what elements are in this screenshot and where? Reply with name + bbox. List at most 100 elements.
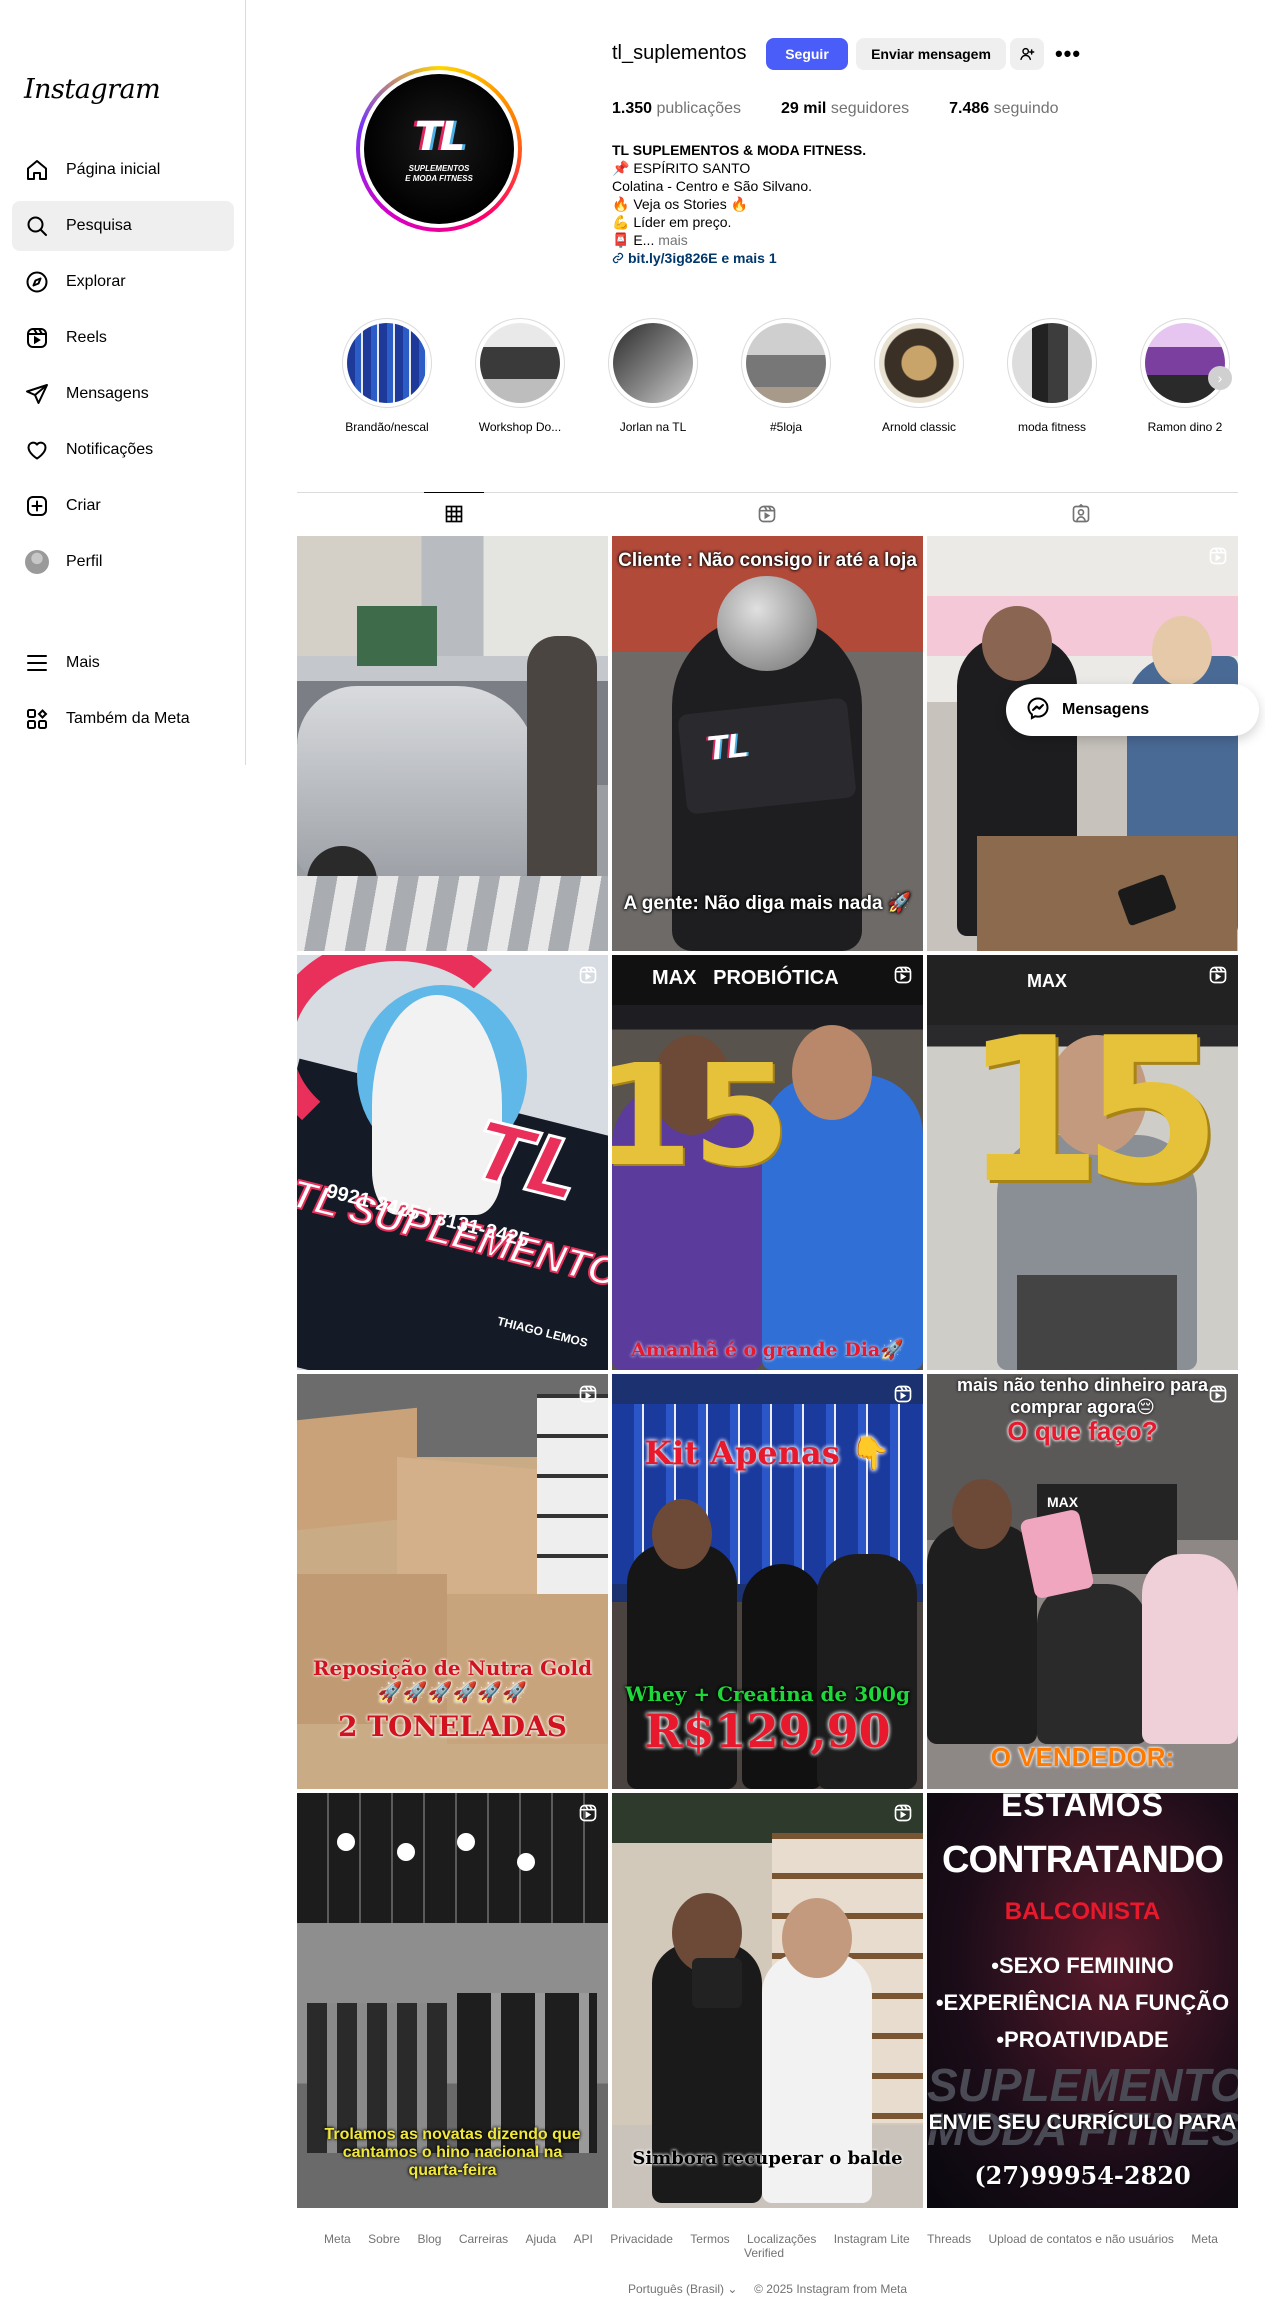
options-button[interactable]: ••• [1052,38,1084,70]
post-caption-bottom: ENVIE SEU CURRÍCULO PARA [928,2111,1237,2134]
sidebar-item-label: Reels [66,329,107,346]
post-price: R$129,90 [644,1704,891,1758]
sidebar-item-profile[interactable]: Perfil [12,537,234,587]
post-item[interactable]: Kit Apenas 👇 Whey + Creatina de 300g R$1… [612,1374,923,1789]
profile-bio: TL SUPLEMENTOS & MODA FITNESS. 📌 ESPÍRIT… [612,141,1032,267]
post-item[interactable]: TL TL SUPLEMENTOS 9921-2425 | 3131-2425 … [297,955,608,1370]
highlight-cover [1145,323,1225,403]
highlight-item[interactable]: Workshop Do... [465,318,575,434]
post-job-requirement: •EXPERIÊNCIA NA FUNÇÃO [935,1990,1230,2015]
post-item[interactable] [927,536,1238,951]
tab-tagged[interactable] [1051,493,1111,535]
suggested-users-button[interactable] [1010,38,1044,70]
post-item[interactable]: ESTAMOS CONTRATANDO BALCONISTA •SEXO FEM… [927,1793,1238,2208]
instagram-logo[interactable]: Instagram [24,74,161,105]
sidebar-item-label: Perfil [66,553,103,570]
post-item[interactable]: MAX 15 [927,955,1238,1370]
post-item[interactable]: Simbora recuperar o balde [612,1793,923,2208]
highlight-item[interactable]: #5loja [731,318,841,434]
footer-link[interactable]: Threads [927,2232,971,2246]
footer-link[interactable]: Privacidade [610,2232,673,2246]
footer-link[interactable]: Carreiras [459,2232,508,2246]
sidebar-item-explore[interactable]: Explorar [12,257,234,307]
sidebar-item-home[interactable]: Página inicial [12,145,234,195]
meta-grid-icon [24,706,50,732]
tab-posts[interactable] [424,492,484,534]
footer-link[interactable]: Upload de contatos e não usuários [988,2232,1173,2246]
footer-link[interactable]: Termos [690,2232,729,2246]
footer-link[interactable]: Blog [417,2232,441,2246]
post-item[interactable]: MAX mais não tenho dinheiro para comprar… [927,1374,1238,1789]
bio-more-link[interactable]: mais [658,232,688,248]
sidebar-item-search[interactable]: Pesquisa [12,201,234,251]
post-job-role: BALCONISTA [1004,1898,1161,1925]
post-phone: (27)99954-2820 [974,2161,1191,2190]
highlight-item[interactable]: moda fitness [997,318,1107,434]
post-caption-bottom: O VENDEDOR: [990,1742,1175,1772]
messages-pill[interactable]: Mensagens [1006,684,1259,736]
language-selector[interactable]: Português (Brasil) ⌄ [628,2282,737,2296]
footer-link[interactable]: API [574,2232,593,2246]
sidebar-item-notifications[interactable]: Notificações [12,425,234,475]
reel-icon [579,1385,597,1403]
bio-line: 📮 E... mais [612,232,688,248]
sidebar-item-create[interactable]: Criar [12,481,234,531]
sidebar-item-label: Notificações [66,441,154,458]
post-item[interactable]: Reposição de Nutra Gold 🚀🚀🚀🚀🚀🚀 2 TONELAD… [297,1374,608,1789]
footer-link[interactable]: Localizações [747,2232,816,2246]
highlights-next-button[interactable]: › [1208,366,1232,390]
plus-icon [24,493,50,519]
profile-tabs [297,492,1238,534]
post-item[interactable]: MAX PROBIÓTICA 15 Amanhã é o grande Dia🚀 [612,955,923,1370]
post-caption-bottom: A gente: Não diga mais nada 🚀 [623,893,912,914]
post-caption-bottom: Trolamos as novatas dizendo que cantamos… [324,2126,581,2179]
post-item[interactable]: TL Cliente : Não consigo ir até a loja A… [612,536,923,951]
follow-button[interactable]: Seguir [766,38,848,70]
post-caption-bottom: Reposição de Nutra Gold 🚀🚀🚀🚀🚀🚀 [312,1656,593,1704]
highlight-item[interactable]: Jorlan na TL [598,318,708,434]
footer-link[interactable]: Meta [324,2232,351,2246]
profile-picture[interactable]: TL SUPLEMENTOS E MODA FITNESS [356,66,522,232]
highlight-cover [480,323,560,403]
post-item[interactable]: Trolamos as novatas dizendo que cantamos… [297,1793,608,2208]
footer-link[interactable]: Instagram Lite [834,2232,910,2246]
profile-logo-text: TL [414,114,466,160]
footer-meta: Português (Brasil) ⌄ © 2025 Instagram fr… [297,2282,1238,2296]
sidebar-item-label: Explorar [66,273,126,290]
sidebar-item-also-from-meta[interactable]: Também da Meta [12,694,234,744]
highlight-cover [1012,323,1092,403]
bio-line: Colatina - Centro e São Silvano. [612,178,812,194]
sidebar-item-reels[interactable]: Reels [12,313,234,363]
footer: Meta Sobre Blog Carreiras Ajuda API Priv… [297,2232,1238,2296]
highlight-cover [746,323,826,403]
post-caption-top: Cliente : Não consigo ir até a loja [618,550,917,571]
profile-username: tl_suplementos [612,42,747,64]
chevron-down-icon: ⌄ [727,2282,738,2296]
tagged-icon [1072,504,1090,523]
messages-pill-label: Mensagens [1062,701,1150,718]
sidebar-item-label: Criar [66,497,101,514]
link-icon [612,252,624,264]
footer-link[interactable]: Ajuda [526,2232,557,2246]
post-caption-top-2: CONTRATANDO [942,1839,1224,1881]
stat-following[interactable]: 7.486 seguindo [949,100,1058,118]
bio-line: 📌 ESPÍRITO SANTO [612,160,751,176]
reel-icon [1209,547,1227,565]
post-item[interactable] [297,536,608,951]
sidebar-item-more[interactable]: Mais [12,638,234,688]
sidebar: Instagram Página inicial Pesquisa Explor… [0,0,246,765]
post-big-number: 15 [963,995,1221,1228]
post-caption-top: ESTAMOS [1001,1793,1164,1823]
post-caption-top-2: O que faço? [1007,1416,1158,1446]
sidebar-item-messages[interactable]: Mensagens [12,369,234,419]
tab-reels[interactable] [737,493,797,535]
send-message-button[interactable]: Enviar mensagem [856,38,1006,70]
highlight-cover [613,323,693,403]
highlight-item[interactable]: Brandão/nescal [332,318,442,434]
bio-external-link[interactable]: bit.ly/3ig826E e mais 1 [612,249,1032,267]
footer-link[interactable]: Sobre [368,2232,400,2246]
sidebar-item-label: Mensagens [66,385,149,402]
highlight-item[interactable]: Arnold classic [864,318,974,434]
reel-icon [579,966,597,984]
stat-followers[interactable]: 29 mil seguidores [781,100,909,118]
